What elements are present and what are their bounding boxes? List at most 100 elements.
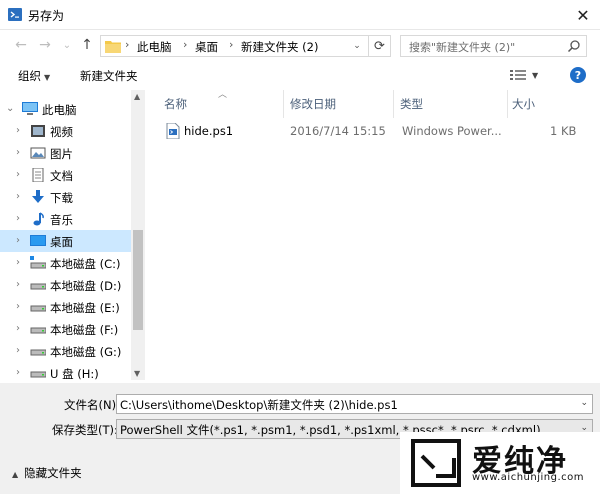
scrollbar-thumb[interactable] xyxy=(133,230,143,330)
watermark-logo-icon xyxy=(411,439,461,487)
help-button[interactable]: ? xyxy=(570,67,586,83)
sidebar-item-label: 音乐 xyxy=(50,213,73,227)
sidebar-item-videos[interactable]: › 视频 xyxy=(0,120,131,142)
sidebar-item-label: 下载 xyxy=(50,191,73,205)
sidebar-item-downloads[interactable]: › 下载 xyxy=(0,186,131,208)
navigation-pane-scrollbar[interactable]: ▲ ▼ xyxy=(131,90,145,380)
filetype-label: 保存类型(T): xyxy=(52,423,118,437)
chevron-right-icon[interactable]: › xyxy=(16,169,20,180)
chevron-down-icon[interactable]: ⌄ xyxy=(580,398,588,408)
file-list: 名称 ︿ 修改日期 类型 大小 hide.ps1 2016/7/14 15:15… xyxy=(150,90,600,380)
chevron-right-icon[interactable]: › xyxy=(16,279,20,290)
sidebar-item-drive-c[interactable]: › 本地磁盘 (C:) xyxy=(0,252,131,274)
organize-menu[interactable]: 组织 ▼ xyxy=(18,68,50,84)
sidebar-item-label: 本地磁盘 (G:) xyxy=(50,345,122,359)
drive-icon xyxy=(30,256,46,269)
chevron-right-icon[interactable]: › xyxy=(16,147,20,158)
hide-folders-toggle[interactable]: ▲ 隐藏文件夹 xyxy=(12,465,82,481)
window-title: 另存为 xyxy=(28,9,65,23)
address-bar[interactable]: › 此电脑 › 桌面 › 新建文件夹 (2) ⌄ ⟳ xyxy=(100,35,391,57)
column-divider[interactable] xyxy=(393,90,394,118)
filename-label: 文件名(N): xyxy=(64,398,120,412)
chevron-down-icon: ▼ xyxy=(532,70,539,80)
file-row[interactable]: hide.ps1 2016/7/14 15:15 Windows Power..… xyxy=(164,120,596,142)
chevron-right-icon[interactable]: › xyxy=(16,257,20,268)
back-button[interactable]: ← xyxy=(12,36,30,54)
chevron-right-icon[interactable]: › xyxy=(16,345,20,356)
navigation-bar: ← → ⌄ ↑ › 此电脑 › 桌面 › 新建文件夹 (2) ⌄ ⟳ 搜索"新建… xyxy=(0,30,600,60)
breadcrumb-separator: › xyxy=(229,38,234,51)
chevron-right-icon[interactable]: › xyxy=(16,367,20,378)
sidebar-item-pictures[interactable]: › 图片 xyxy=(0,142,131,164)
sidebar-item-this-pc[interactable]: ⌄ 此电脑 xyxy=(0,98,131,120)
search-placeholder: 搜索"新建文件夹 (2)" xyxy=(409,41,516,54)
chevron-right-icon[interactable]: › xyxy=(16,125,20,136)
breadcrumb-this-pc[interactable]: 此电脑 xyxy=(137,39,172,55)
chevron-up-icon: ▲ xyxy=(12,470,19,479)
sidebar-item-label: 本地磁盘 (F:) xyxy=(50,323,119,337)
document-icon xyxy=(32,168,44,182)
sidebar-item-drive-f[interactable]: › 本地磁盘 (F:) xyxy=(0,318,131,340)
chevron-right-icon[interactable]: › xyxy=(16,191,20,202)
breadcrumb-desktop[interactable]: 桌面 xyxy=(195,39,218,55)
sidebar-item-label: 桌面 xyxy=(50,235,73,249)
folder-icon xyxy=(105,41,121,53)
watermark-url: www.aichunjing.com xyxy=(472,472,584,483)
up-button[interactable]: ↑ xyxy=(78,36,96,54)
column-divider[interactable] xyxy=(283,90,284,118)
scroll-down-icon[interactable]: ▼ xyxy=(134,369,140,378)
sidebar-item-label: 本地磁盘 (E:) xyxy=(50,301,120,315)
chevron-right-icon[interactable]: › xyxy=(16,323,20,334)
picture-icon xyxy=(30,147,46,159)
sidebar-item-documents[interactable]: › 文档 xyxy=(0,164,131,186)
search-input[interactable]: 搜索"新建文件夹 (2)" xyxy=(400,35,587,57)
column-header-name[interactable]: 名称 xyxy=(164,96,187,112)
chevron-down-icon: ▼ xyxy=(44,73,51,82)
sort-ascending-icon: ︿ xyxy=(218,90,228,100)
search-icon xyxy=(567,40,580,53)
chevron-right-icon[interactable]: › xyxy=(16,213,20,224)
sidebar-item-label: 本地磁盘 (C:) xyxy=(50,257,121,271)
recent-locations-button[interactable]: ⌄ xyxy=(58,36,76,54)
chevron-right-icon[interactable]: › xyxy=(16,301,20,312)
sidebar-item-label: 此电脑 xyxy=(42,103,77,117)
command-bar: 组织 ▼ 新建文件夹 ▼ xyxy=(0,60,600,88)
sidebar-item-drive-g[interactable]: › 本地磁盘 (G:) xyxy=(0,340,131,362)
file-type: Windows Power... xyxy=(402,124,502,138)
file-modified: 2016/7/14 15:15 xyxy=(290,124,386,138)
column-header-size[interactable]: 大小 xyxy=(512,96,535,112)
drive-icon xyxy=(30,349,46,356)
file-name: hide.ps1 xyxy=(184,124,234,138)
scroll-up-icon[interactable]: ▲ xyxy=(134,92,140,101)
hide-folders-label: 隐藏文件夹 xyxy=(24,466,82,480)
sidebar-item-usb-h[interactable]: › U 盘 (H:) xyxy=(0,362,131,384)
organize-label: 组织 xyxy=(18,69,41,83)
computer-icon xyxy=(22,102,38,115)
column-header-modified[interactable]: 修改日期 xyxy=(290,96,336,112)
desktop-icon xyxy=(30,235,46,246)
drive-icon xyxy=(30,283,46,290)
sidebar-item-drive-e[interactable]: › 本地磁盘 (E:) xyxy=(0,296,131,318)
chevron-right-icon[interactable]: › xyxy=(16,235,20,246)
refresh-button[interactable]: ⟳ xyxy=(368,36,390,56)
new-folder-button[interactable]: 新建文件夹 xyxy=(80,68,138,84)
chevron-down-icon[interactable]: ⌄ xyxy=(6,103,14,114)
sidebar-item-label: 本地磁盘 (D:) xyxy=(50,279,122,293)
sidebar-item-label: 图片 xyxy=(50,147,73,161)
address-dropdown-button[interactable]: ⌄ xyxy=(349,36,365,56)
column-header-type[interactable]: 类型 xyxy=(400,96,423,112)
navigation-pane: ⌄ 此电脑 › 视频 › 图片 › 文档 › 下载 › 音乐 › 桌面 › 本地… xyxy=(0,90,145,381)
change-view-button[interactable]: ▼ xyxy=(510,68,546,82)
sidebar-item-desktop[interactable]: › 桌面 xyxy=(0,230,131,252)
sidebar-item-drive-d[interactable]: › 本地磁盘 (D:) xyxy=(0,274,131,296)
close-button[interactable]: ✕ xyxy=(566,0,600,30)
title-bar: 另存为 ✕ xyxy=(0,0,600,30)
breadcrumb-separator: › xyxy=(183,38,188,51)
forward-button[interactable]: → xyxy=(36,36,54,54)
video-icon xyxy=(31,125,45,137)
sidebar-item-music[interactable]: › 音乐 xyxy=(0,208,131,230)
filename-input[interactable]: C:\Users\ithome\Desktop\新建文件夹 (2)\hide.p… xyxy=(116,394,593,414)
breadcrumb-new-folder[interactable]: 新建文件夹 (2) xyxy=(241,39,318,55)
download-icon xyxy=(32,190,44,203)
column-divider[interactable] xyxy=(507,90,508,118)
